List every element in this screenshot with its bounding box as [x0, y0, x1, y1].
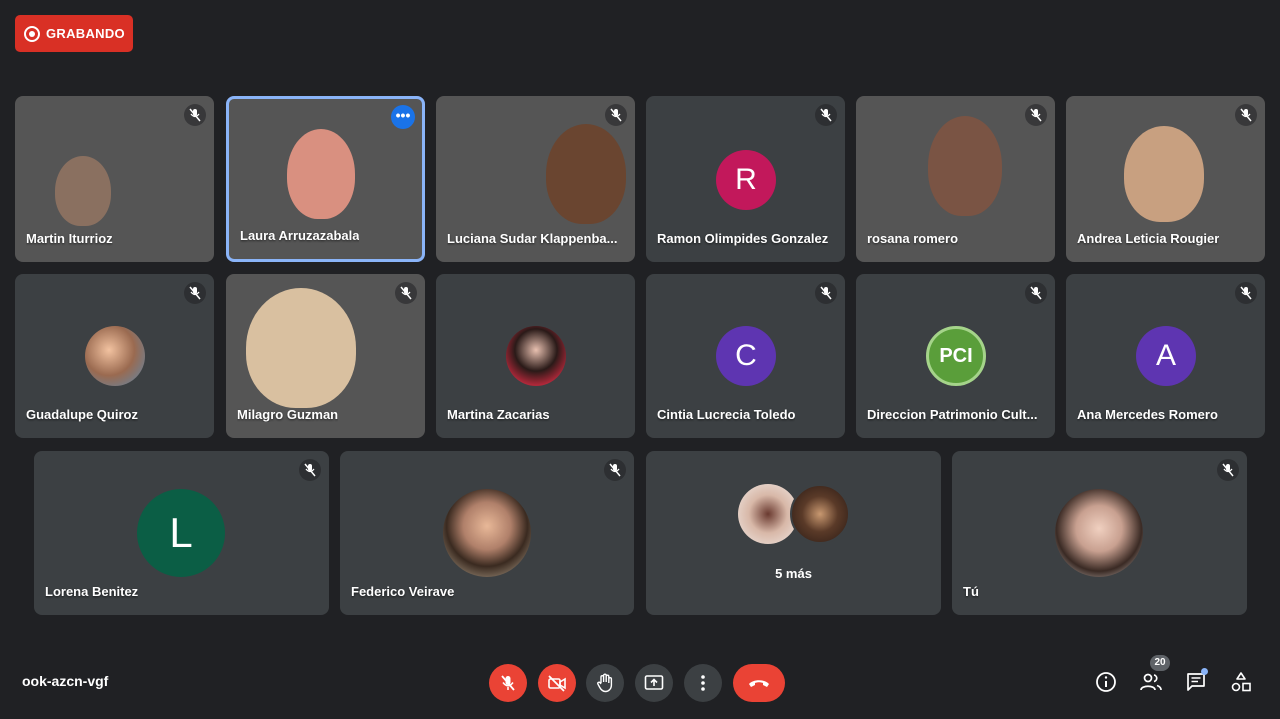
participant-name: Direccion Patrimonio Cult... [867, 407, 1038, 422]
participant-count-badge: 20 [1150, 655, 1170, 671]
participant-name: Federico Veirave [351, 584, 455, 599]
participant-tile[interactable]: L Lorena Benitez [34, 451, 329, 615]
participant-name: Tú [963, 584, 979, 599]
participant-tile[interactable]: R Ramon Olimpides Gonzalez [646, 96, 845, 262]
self-tile[interactable]: Tú [952, 451, 1247, 615]
more-participants-label: 5 más [775, 566, 812, 581]
camera-off-icon [548, 675, 566, 692]
activities-icon [1231, 672, 1251, 692]
mic-off-icon [184, 282, 206, 304]
camera-toggle-button[interactable] [538, 664, 576, 702]
mic-off-icon [299, 459, 321, 481]
avatar [443, 489, 531, 577]
mic-off-icon [604, 459, 626, 481]
present-screen-button[interactable] [635, 664, 673, 702]
mic-off-icon [1025, 104, 1047, 126]
participant-video [546, 124, 626, 224]
hand-icon [597, 673, 613, 693]
more-vert-icon [701, 675, 705, 691]
info-icon [1096, 672, 1116, 692]
participant-name: Martina Zacarias [447, 407, 550, 422]
mic-off-icon [1217, 459, 1239, 481]
leave-call-button[interactable] [733, 664, 785, 702]
mic-off-icon [501, 675, 515, 691]
avatar [790, 484, 850, 544]
participant-name: Martin Iturrioz [26, 231, 113, 246]
recording-label: GRABANDO [46, 26, 125, 41]
hangup-icon [749, 680, 769, 687]
participant-name: Luciana Sudar Klappenba... [447, 231, 618, 246]
activities-button[interactable] [1227, 668, 1255, 696]
avatar: R [716, 150, 776, 210]
participant-name: Ramon Olimpides Gonzalez [657, 231, 829, 246]
avatar: C [716, 326, 776, 386]
avatar [738, 484, 798, 544]
more-participants-tile[interactable]: 5 más [646, 451, 941, 615]
participant-name: Lorena Benitez [45, 584, 139, 599]
more-options-button[interactable] [684, 664, 722, 702]
participant-name: Andrea Leticia Rougier [1077, 231, 1220, 246]
mic-off-icon [395, 282, 417, 304]
more-options-icon[interactable]: ••• [391, 105, 415, 129]
meeting-code: ook-azcn-vgf [22, 673, 109, 689]
participant-video [928, 116, 1002, 216]
mic-off-icon [184, 104, 206, 126]
participant-video [287, 129, 355, 219]
participant-name: Milagro Guzman [237, 407, 339, 422]
people-icon [1140, 673, 1162, 691]
participant-tile[interactable]: Guadalupe Quiroz [15, 274, 214, 438]
participant-tile[interactable]: Luciana Sudar Klappenba... [436, 96, 635, 262]
microphone-toggle-button[interactable] [489, 664, 527, 702]
recording-icon [24, 25, 40, 42]
participant-tile[interactable]: A Ana Mercedes Romero [1066, 274, 1265, 438]
participant-tile-active[interactable]: ••• Laura Arruzazabala [226, 96, 425, 262]
participant-tile[interactable]: rosana romero [856, 96, 1055, 262]
avatar: A [1136, 326, 1196, 386]
control-bar: ook-azcn-vgf 20 [0, 645, 1280, 719]
recording-badge: GRABANDO [15, 15, 133, 52]
avatar [85, 326, 145, 386]
mic-off-icon [1025, 282, 1047, 304]
participant-tile[interactable]: PCI Direccion Patrimonio Cult... [856, 274, 1055, 438]
mic-off-icon [605, 104, 627, 126]
participant-name: Laura Arruzazabala [240, 228, 360, 243]
participants-button[interactable] [1137, 668, 1165, 696]
participant-video [246, 288, 356, 408]
avatar: L [137, 489, 225, 577]
participant-video [55, 156, 111, 226]
participant-tile[interactable]: Martin Iturrioz [15, 96, 214, 262]
participant-name: Ana Mercedes Romero [1077, 407, 1218, 422]
mic-off-icon [815, 104, 837, 126]
present-icon [644, 675, 664, 690]
participant-name: Guadalupe Quiroz [26, 407, 138, 422]
participant-name: Cintia Lucrecia Toledo [657, 407, 796, 422]
participant-tile[interactable]: C Cintia Lucrecia Toledo [646, 274, 845, 438]
chat-notification-dot [1201, 668, 1208, 675]
participant-tile[interactable]: Federico Veirave [340, 451, 634, 615]
participant-name: rosana romero [867, 231, 959, 246]
mic-off-icon [1235, 282, 1257, 304]
participant-tile[interactable]: Andrea Leticia Rougier [1066, 96, 1265, 262]
participant-tile[interactable]: Martina Zacarias [436, 274, 635, 438]
mic-off-icon [815, 282, 837, 304]
participant-tile[interactable]: Milagro Guzman [226, 274, 425, 438]
meeting-details-button[interactable] [1092, 668, 1120, 696]
raise-hand-button[interactable] [586, 664, 624, 702]
mic-off-icon [1235, 104, 1257, 126]
avatar [506, 326, 566, 386]
participant-video [1124, 126, 1204, 222]
pci-logo: PCI [926, 326, 986, 386]
avatar [1055, 489, 1143, 577]
